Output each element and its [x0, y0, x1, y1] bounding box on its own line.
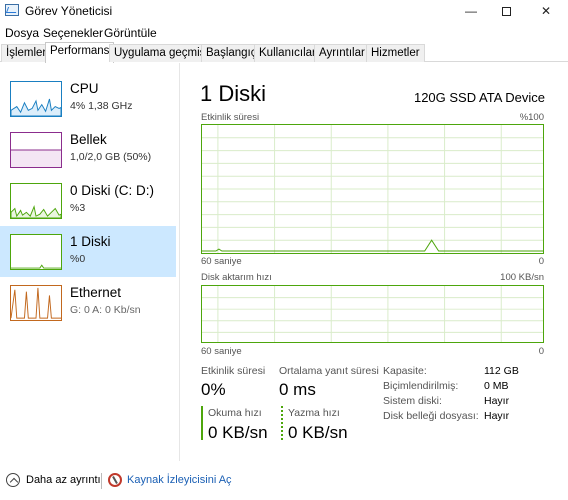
prop-value: Hayır [484, 395, 510, 407]
disk1-thumbnail-graph [10, 234, 62, 270]
activity-graph-min: 0 [538, 256, 544, 267]
activity-stat-value: 0% [201, 380, 226, 399]
prop-key: Kapasite: [383, 365, 427, 377]
window-title: Görev Yöneticisi [25, 4, 113, 18]
sidebar-item-disk-1[interactable]: 1 Diski %0 [0, 226, 176, 277]
sidebar-item-sub: 4% 1,38 GHz [70, 100, 133, 112]
footer-bar: Daha az ayrıntı Kaynak İzleyicisini Aç [0, 462, 568, 500]
transfer-graph-max: 100 KB/sn [500, 272, 544, 283]
resource-sidebar: CPU 4% 1,38 GHz Bellek 1,0/2,0 GB (50%) … [0, 63, 180, 461]
maximize-button[interactable] [490, 0, 522, 22]
tab-users[interactable]: Kullanıcılar [254, 44, 321, 62]
tab-app-history[interactable]: Uygulama geçmişi [109, 44, 213, 62]
sidebar-item-sub: %3 [70, 202, 86, 214]
write-rate-value: 0 KB/sn [288, 423, 348, 442]
activity-graph-max: %100 [519, 112, 544, 123]
tab-performance[interactable]: Performans [45, 42, 115, 63]
response-stat-value: 0 ms [279, 380, 316, 399]
read-rate-bar [201, 406, 203, 440]
read-rate-value: 0 KB/sn [208, 423, 268, 442]
activity-graph-label: Etkinlik süresi [201, 112, 260, 123]
resource-monitor-icon [108, 473, 122, 487]
disk0-thumbnail-graph [10, 183, 62, 219]
sidebar-item-label: CPU [70, 81, 99, 96]
transfer-rate-graph [201, 285, 544, 343]
prop-value: Hayır [484, 410, 510, 422]
sidebar-item-ethernet[interactable]: Ethernet G: 0 A: 0 Kb/sn [0, 277, 176, 328]
prop-key: Biçimlendirilmiş: [383, 380, 459, 392]
sidebar-item-sub: G: 0 A: 0 Kb/sn [70, 304, 141, 316]
read-rate-label: Okuma hızı [208, 407, 262, 419]
menu-view[interactable]: Görüntüle [104, 26, 157, 40]
disk-detail-panel: 1 Diski 120G SSD ATA Device Etkinlik sür… [190, 63, 560, 461]
fewer-details-label: Daha az ayrıntı [26, 473, 101, 486]
sidebar-item-sub: %0 [70, 253, 86, 265]
close-button[interactable]: ✕ [530, 0, 562, 22]
sidebar-item-label: 0 Diski (C: D:) [70, 183, 154, 198]
tab-details[interactable]: Ayrıntılar [314, 44, 370, 62]
tab-services[interactable]: Hizmetler [366, 44, 425, 62]
transfer-graph-label: Disk aktarım hızı [201, 272, 272, 283]
menu-options[interactable]: Seçenekler [43, 26, 103, 40]
prop-key: Disk belleği dosyası: [383, 410, 479, 422]
device-name: 120G SSD ATA Device [413, 90, 545, 105]
tab-startup[interactable]: Başlangıç [201, 44, 262, 62]
task-manager-icon [5, 4, 19, 16]
menu-file[interactable]: Dosya [5, 26, 39, 40]
title-bar: Görev Yöneticisi — ✕ [0, 0, 568, 22]
performance-content: CPU 4% 1,38 GHz Bellek 1,0/2,0 GB (50%) … [0, 63, 568, 461]
activity-graph-time: 60 saniye [201, 256, 242, 267]
prop-value: 112 GB [484, 365, 519, 377]
sidebar-item-memory[interactable]: Bellek 1,0/2,0 GB (50%) [0, 124, 176, 175]
chevron-up-icon [6, 473, 20, 487]
sidebar-item-label: Bellek [70, 132, 107, 147]
maximize-icon [501, 7, 511, 17]
write-rate-label: Yazma hızı [288, 407, 340, 419]
tab-bar: İşlemler Performans Uygulama geçmişi Baş… [0, 42, 568, 63]
menu-bar: Dosya Seçenekler Görüntüle [0, 24, 568, 42]
open-resource-monitor-link[interactable]: Kaynak İzleyicisini Aç [108, 473, 232, 487]
fewer-details-button[interactable]: Daha az ayrıntı [6, 473, 101, 487]
minimize-button[interactable]: — [455, 0, 487, 22]
memory-thumbnail-graph [10, 132, 62, 168]
prop-key: Sistem diski: [383, 395, 442, 407]
sidebar-item-sub: 1,0/2,0 GB (50%) [70, 151, 152, 163]
activity-stat-label: Etkinlik süresi [201, 365, 266, 377]
write-rate-bar [281, 406, 283, 440]
transfer-graph-min: 0 [538, 346, 544, 357]
sidebar-item-label: 1 Diski [70, 234, 111, 249]
transfer-graph-time: 60 saniye [201, 346, 242, 357]
page-title: 1 Diski [200, 81, 267, 106]
footer-separator [101, 473, 102, 489]
sidebar-item-label: Ethernet [70, 285, 122, 300]
ethernet-thumbnail-graph [10, 285, 62, 321]
tab-processes[interactable]: İşlemler [1, 44, 52, 62]
resource-monitor-label: Kaynak İzleyicisini Aç [127, 473, 232, 486]
activity-time-graph [201, 124, 544, 254]
prop-value: 0 MB [484, 380, 509, 392]
cpu-thumbnail-graph [10, 81, 62, 117]
sidebar-item-cpu[interactable]: CPU 4% 1,38 GHz [0, 73, 176, 124]
response-stat-label: Ortalama yanıt süresi [279, 365, 379, 377]
sidebar-item-disk-0[interactable]: 0 Diski (C: D:) %3 [0, 175, 176, 226]
